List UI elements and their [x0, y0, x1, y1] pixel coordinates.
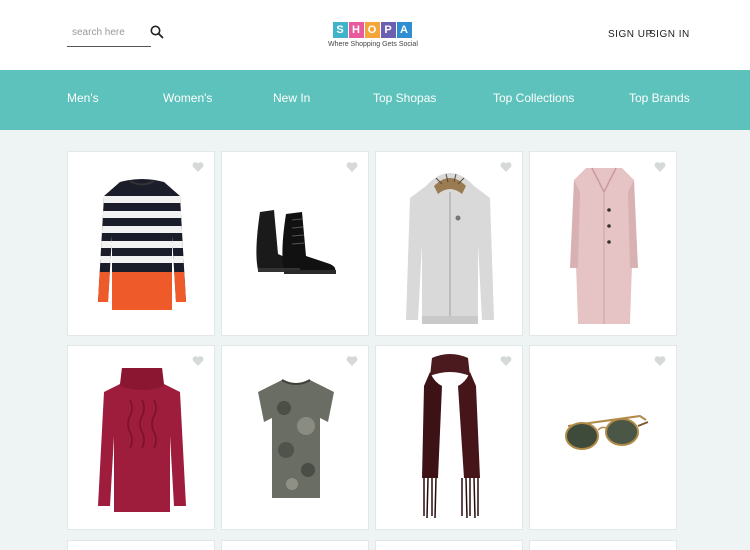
logo-tile: H [348, 22, 364, 38]
pink-coat-image [570, 167, 638, 324]
sign-up-link[interactable]: SIGN UP [608, 29, 653, 40]
heart-icon[interactable] [346, 355, 358, 367]
heart-icon[interactable] [346, 161, 358, 173]
logo-tile: O [364, 22, 380, 38]
product-card-pink-coat[interactable] [529, 151, 677, 336]
product-card-partial[interactable] [529, 540, 677, 550]
logo-tiles: S H O P A [328, 22, 416, 38]
leather-boots-image [256, 210, 336, 274]
search-box [67, 22, 151, 47]
product-card-leather-boots[interactable] [221, 151, 369, 336]
product-card-striped-sweater[interactable] [67, 151, 215, 336]
sign-in-link[interactable]: SIGN IN [649, 29, 690, 40]
nav-item-mens[interactable]: Men's [67, 91, 99, 105]
site-header: S H O P A Where Shopping Gets Social SIG… [0, 0, 750, 70]
product-card-aviator-sunglasses[interactable] [529, 345, 677, 530]
product-card-grey-hoodie[interactable] [375, 151, 523, 336]
heart-icon[interactable] [192, 161, 204, 173]
search-icon[interactable] [150, 25, 164, 39]
striped-sweater-image [98, 179, 186, 310]
logo-tile: S [332, 22, 348, 38]
nav-item-top-shopas[interactable]: Top Shopas [373, 91, 436, 105]
logo-tagline: Where Shopping Gets Social [328, 41, 418, 48]
camo-tshirt-image [258, 379, 334, 498]
red-cable-knit-sweater-image [98, 368, 186, 512]
shopa-logo[interactable]: S H O P A Where Shopping Gets Social [328, 22, 418, 58]
product-card-partial[interactable] [67, 540, 215, 550]
nav-item-top-brands[interactable]: Top Brands [629, 91, 690, 105]
product-card-camo-tshirt[interactable] [221, 345, 369, 530]
maroon-scarf-image [422, 354, 480, 519]
logo-tile: A [396, 22, 412, 38]
heart-icon[interactable] [654, 161, 666, 173]
aviator-sunglasses-image [565, 414, 649, 450]
product-card-partial[interactable] [375, 540, 523, 550]
logo-tile: P [380, 22, 396, 38]
nav-item-new-in[interactable]: New In [273, 91, 310, 105]
product-card-maroon-scarf[interactable] [375, 345, 523, 530]
product-card-partial[interactable] [221, 540, 369, 550]
heart-icon[interactable] [500, 355, 512, 367]
search-input[interactable] [67, 22, 137, 43]
nav-item-womens[interactable]: Women's [163, 91, 212, 105]
product-card-red-cable-knit-sweater[interactable] [67, 345, 215, 530]
heart-icon[interactable] [654, 355, 666, 367]
nav-item-top-collections[interactable]: Top Collections [493, 91, 574, 105]
heart-icon[interactable] [192, 355, 204, 367]
heart-icon[interactable] [500, 161, 512, 173]
grey-hoodie-image [406, 173, 494, 324]
category-nav: Men's Women's New In Top Shopas Top Coll… [0, 70, 750, 130]
